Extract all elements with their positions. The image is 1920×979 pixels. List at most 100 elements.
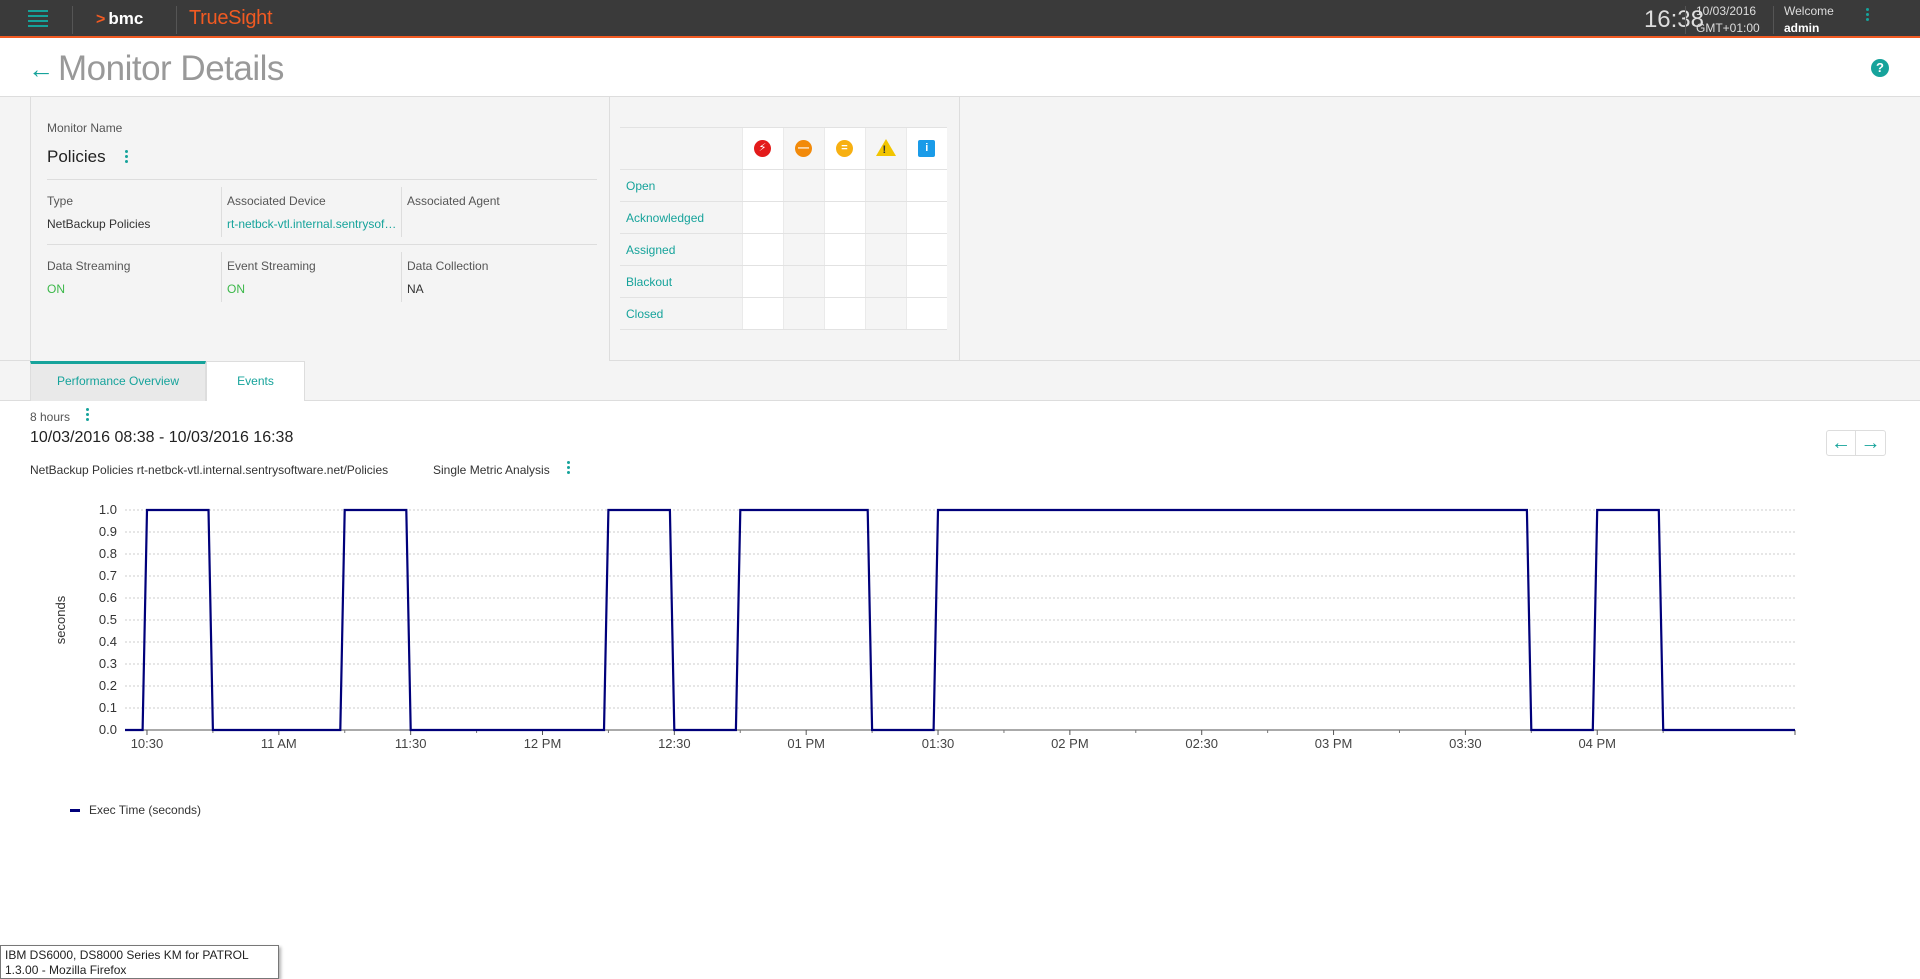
type-value: NetBackup Policies (47, 217, 151, 231)
info-panel: Monitor Name Policies Type NetBackup Pol… (0, 97, 1920, 361)
y-tick-label: 0.9 (99, 524, 117, 539)
time-navigation: ← → (1826, 430, 1886, 456)
clock-time: 16:38 (1643, 6, 1704, 33)
table-row: Open (620, 169, 947, 202)
row-label-assigned[interactable]: Assigned (620, 233, 742, 266)
y-tick-label: 0.8 (99, 546, 117, 561)
row-label-blackout[interactable]: Blackout (620, 265, 742, 298)
monitor-more-icon[interactable] (125, 150, 128, 165)
divider (401, 187, 402, 237)
minor-icon: = (836, 140, 853, 157)
event-streaming-value: ON (227, 282, 245, 296)
data-streaming-label: Data Streaming (47, 259, 131, 273)
truesight-logo: TrueSight (189, 7, 273, 29)
x-tick-label: 04 PM (1578, 736, 1616, 751)
divider (47, 244, 597, 245)
data-collection-label: Data Collection (407, 259, 489, 273)
type-label: Type (47, 194, 74, 208)
monitor-name: Policies (47, 147, 106, 166)
y-tick-label: 0.0 (99, 722, 117, 737)
table-row: Closed (620, 297, 947, 330)
next-arrow-icon[interactable]: → (1856, 431, 1885, 455)
tab-performance-overview[interactable]: Performance Overview (30, 361, 206, 401)
table-row: Blackout (620, 265, 947, 298)
y-tick-label: 0.3 (99, 656, 117, 671)
data-streaming-value: ON (47, 282, 65, 296)
timezone-text: GMT+01:00 (1696, 21, 1760, 35)
time-range-more-icon[interactable] (86, 408, 89, 423)
back-arrow-icon[interactable]: ← (28, 54, 54, 85)
x-tick-label: 03:30 (1449, 736, 1482, 751)
date-text: 10/03/2016 (1696, 4, 1757, 18)
exec-time-chart: 0.00.10.20.30.40.50.60.70.80.91.0 10:30 1… (53, 502, 1796, 751)
divider (1685, 6, 1686, 34)
legend-label: Exec Time (seconds) (89, 803, 202, 817)
x-tick-label: 11:30 (395, 736, 427, 751)
data-collection-value: NA (407, 282, 424, 296)
divider (221, 252, 222, 302)
time-range-label: 8 hours (30, 410, 71, 424)
y-tick-label: 0.2 (99, 678, 117, 693)
associated-agent-label: Associated Agent (407, 194, 500, 208)
y-tick-label: 0.7 (99, 568, 117, 583)
row-label-open[interactable]: Open (620, 169, 742, 202)
divider (401, 252, 402, 302)
legend-swatch (70, 809, 80, 813)
help-icon[interactable]: ? (1871, 59, 1889, 77)
monitor-name-label: Monitor Name (47, 121, 123, 135)
series-line-exec-time (125, 508, 1795, 732)
chart-legend[interactable]: Exec Time (seconds) (70, 803, 201, 817)
row-label-closed[interactable]: Closed (620, 297, 742, 330)
topbar-more-icon[interactable] (1864, 8, 1870, 28)
chart-analysis-type[interactable]: Single Metric Analysis (433, 463, 550, 477)
table-row: Assigned (620, 233, 947, 266)
table-row: Acknowledged (620, 201, 947, 234)
event-streaming-label: Event Streaming (227, 259, 316, 273)
tab-events[interactable]: Events (206, 361, 305, 401)
page-header: ← Monitor Details ? (0, 40, 1920, 97)
previous-arrow-icon[interactable]: ← (1827, 431, 1856, 455)
divider (72, 6, 73, 34)
divider (221, 187, 222, 237)
info-icon: i (918, 140, 936, 157)
x-tick-label: 12:30 (658, 736, 691, 751)
divider (176, 6, 177, 34)
table-header-row: ⚡ — = ! i (620, 127, 947, 170)
top-bar: > bmc TrueSight 16:38 10/03/2016 GMT+01:0… (0, 0, 1920, 38)
chart-more-icon[interactable] (567, 461, 570, 476)
event-status-table: ⚡ — = ! i Open Acknowledged Assigned Bla… (620, 127, 947, 330)
warning-icon: ! (875, 138, 896, 156)
bmc-logo: > bmc (96, 9, 144, 28)
welcome-text: Welcome (1784, 4, 1834, 18)
y-axis: 0.0 0.1 0.2 0.3 0.4 0.5 0.6 0.7 0.8 0.9 1.0 (99, 502, 117, 737)
x-tick-label: 02:30 (1185, 736, 1218, 751)
divider (1773, 6, 1774, 34)
y-tick-label: 0.1 (99, 700, 117, 715)
associated-device-label: Associated Device (227, 194, 326, 208)
x-tick-label: 11 AM (261, 736, 297, 751)
x-tick-label: 03 PM (1315, 736, 1353, 751)
y-tick-label: 0.6 (99, 590, 117, 605)
chart-area: 0.0 0.1 0.2 0.3 0.4 0.5 0.6 0.7 0.8 0.9 1.0 10:30 1… (40, 495, 1810, 765)
x-tick-label: 01 PM (787, 736, 825, 751)
y-tick-label: 0.4 (99, 634, 117, 649)
page-title: Monitor Details (58, 49, 284, 88)
critical-icon: ⚡ (754, 140, 771, 157)
x-tick-label: 02 PM (1051, 736, 1089, 751)
x-tick-label: 01:30 (922, 736, 955, 751)
tab-bar: Performance Overview Events (0, 361, 1920, 401)
event-status-panel: ⚡ — = ! i Open Acknowledged Assigned Bla… (610, 97, 960, 361)
clock-date: 10/03/2016 GMT+01:00 (1696, 3, 1760, 37)
y-tick-label: 1.0 (99, 502, 117, 517)
user-name: admin (1784, 21, 1820, 35)
divider (47, 179, 597, 180)
x-tick-label: 12 PM (524, 736, 562, 751)
row-label-acknowledged[interactable]: Acknowledged (620, 201, 742, 234)
major-icon: — (795, 140, 812, 157)
menu-icon[interactable] (28, 10, 48, 28)
user-welcome[interactable]: Welcome admin (1784, 3, 1834, 37)
x-axis: 10:30 11 AM 11:30 12 PM 12:30 01 PM 01:30 02 PM… (131, 730, 1796, 751)
monitor-card: Monitor Name Policies Type NetBackup Pol… (30, 97, 610, 361)
associated-device-link[interactable]: rt-netbck-vtl.internal.sentrysoftware.ne… (227, 217, 397, 231)
chart-monitor-path: NetBackup Policies rt-netbck-vtl.interna… (30, 463, 389, 477)
